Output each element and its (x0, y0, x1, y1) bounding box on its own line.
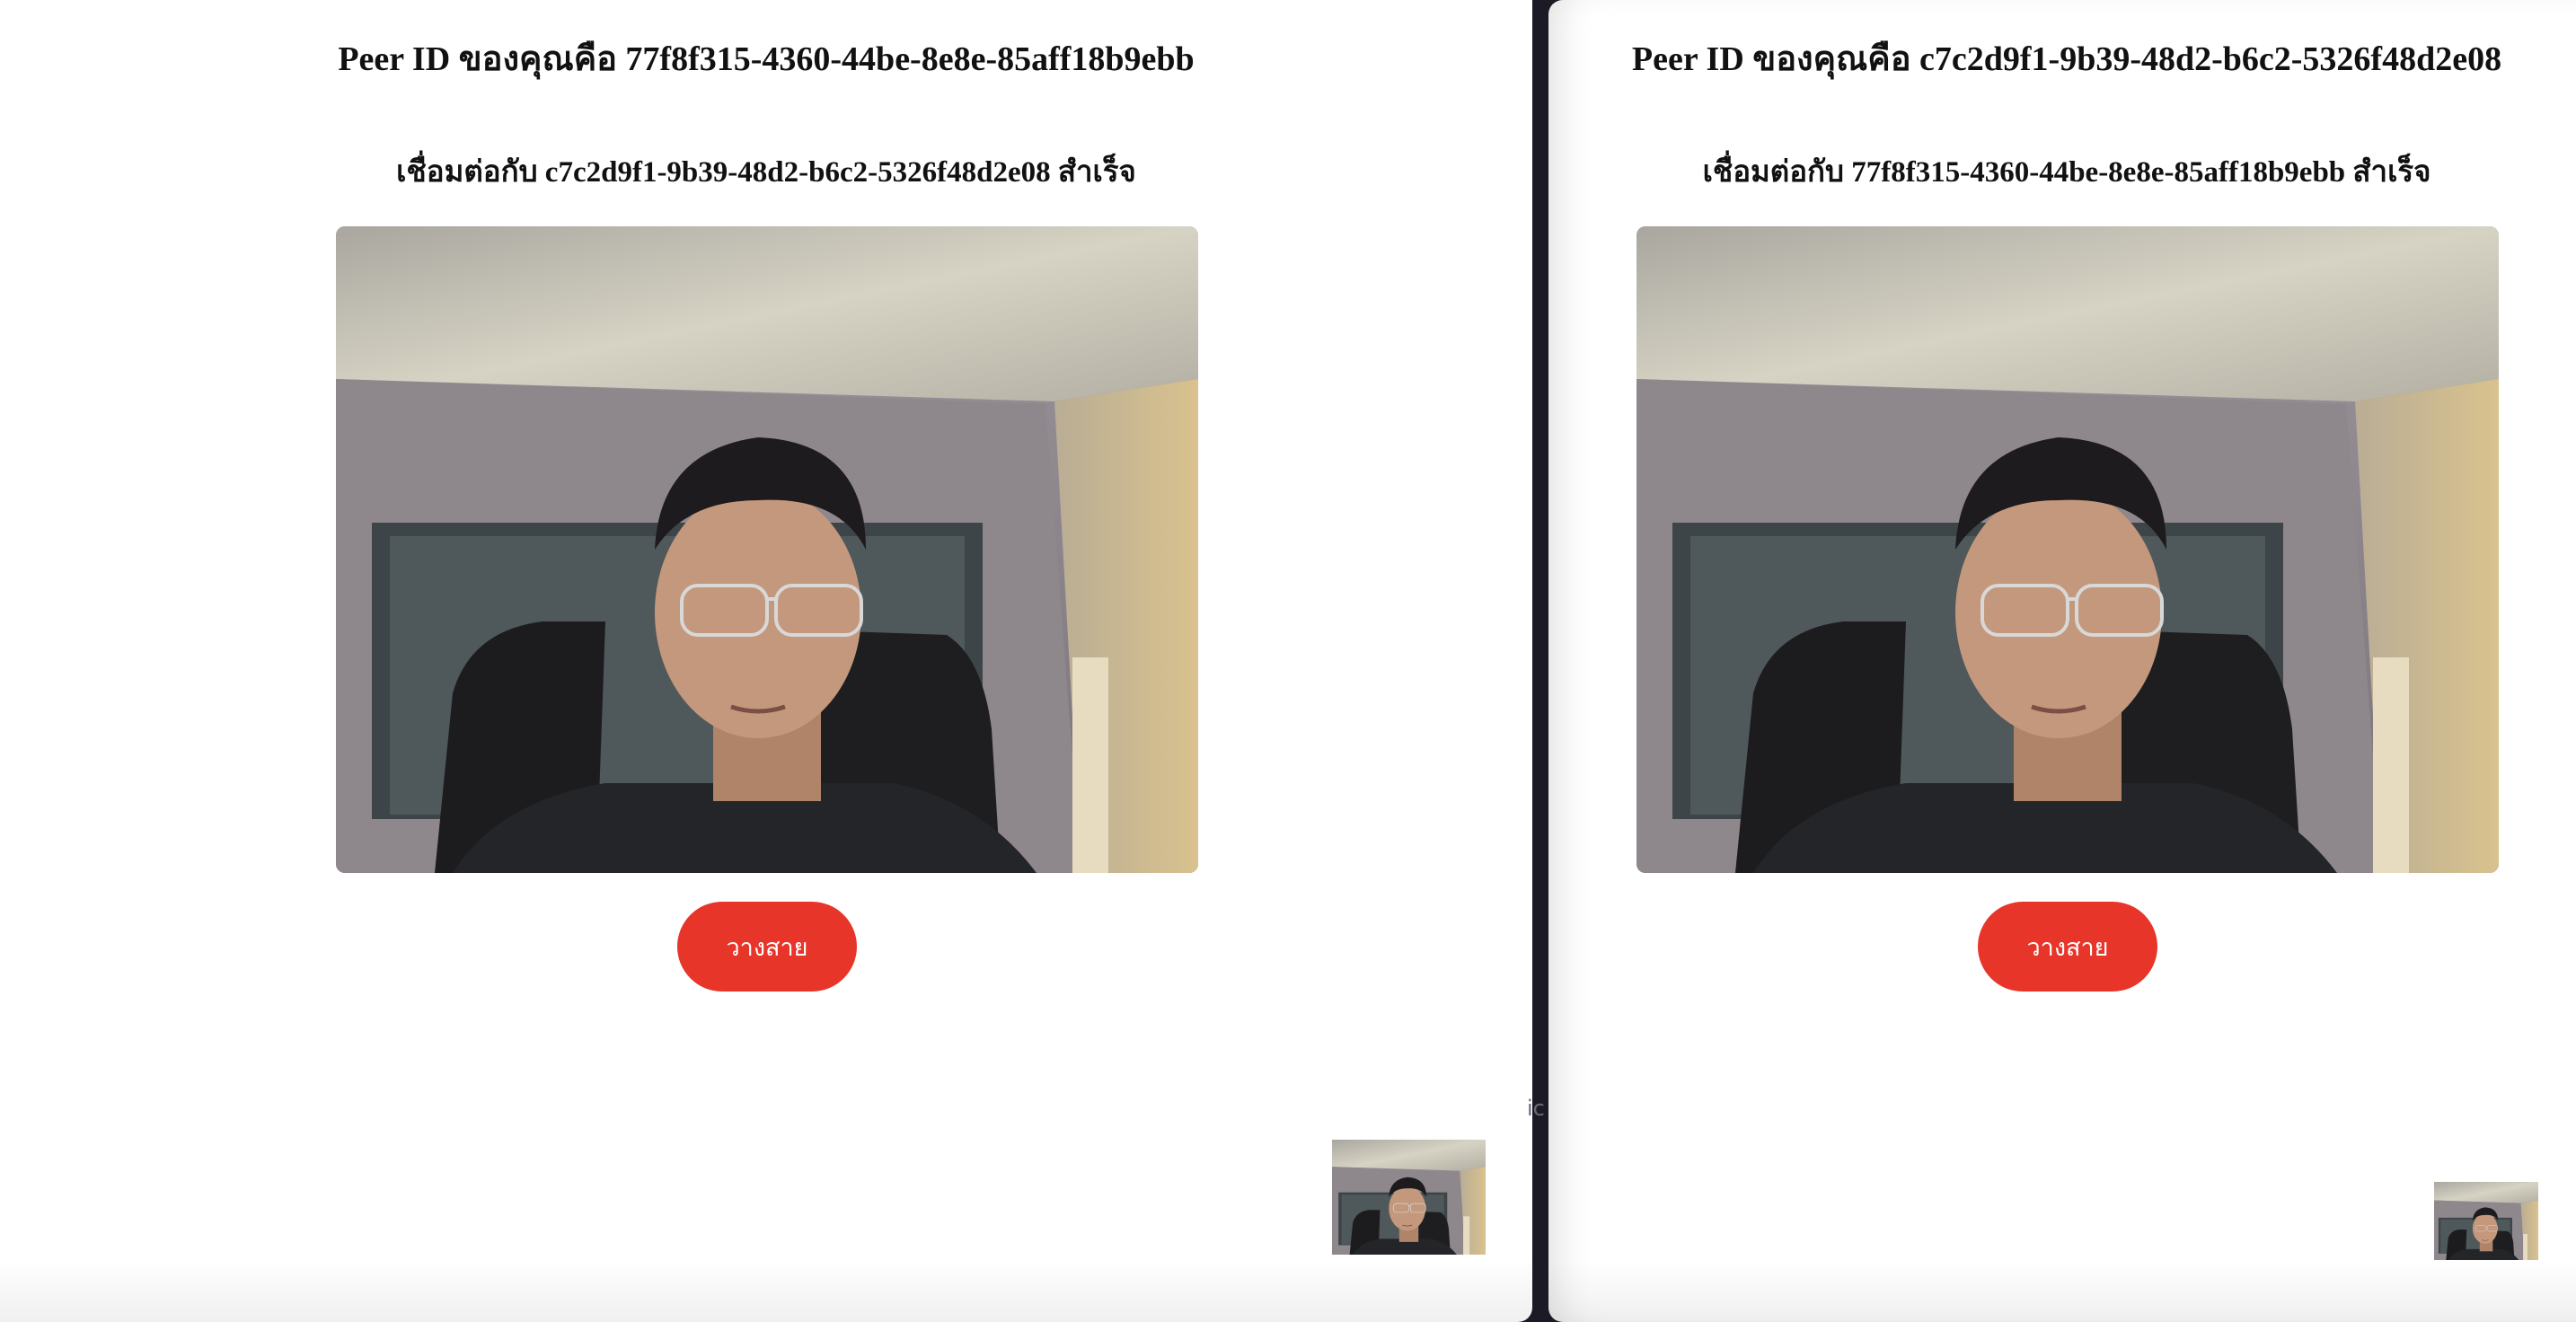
right-browser-window: Peer ID ของคุณคือ c7c2d9f1-9b39-48d2-b6c… (1548, 0, 2576, 1322)
hangup-button[interactable]: วางสาย (1978, 902, 2157, 992)
peer-id-heading: Peer ID ของคุณคือ c7c2d9f1-9b39-48d2-b6c… (1631, 40, 2502, 78)
desktop: Peer ID ของคุณคือ 77f8f315-4360-44be-8e8… (0, 0, 2576, 1322)
peer-id-heading: Peer ID ของคุณคือ 77f8f315-4360-44be-8e8… (338, 40, 1195, 78)
local-video-preview (2434, 1182, 2538, 1260)
background-app-text: ic (1527, 1096, 1545, 1121)
window-bottom-shadow (0, 1259, 1532, 1322)
hangup-button[interactable]: วางสาย (677, 902, 857, 992)
connection-status: เชื่อมต่อกับ c7c2d9f1-9b39-48d2-b6c2-532… (396, 156, 1136, 189)
connection-status: เชื่อมต่อกับ 77f8f315-4360-44be-8e8e-85a… (1702, 156, 2431, 189)
window-bottom-shadow (1548, 1259, 2576, 1322)
remote-video (1636, 226, 2499, 873)
local-video-preview (1332, 1140, 1486, 1255)
window-divider (1532, 0, 1548, 1322)
left-browser-window: Peer ID ของคุณคือ 77f8f315-4360-44be-8e8… (0, 0, 1532, 1322)
remote-video (336, 226, 1198, 873)
